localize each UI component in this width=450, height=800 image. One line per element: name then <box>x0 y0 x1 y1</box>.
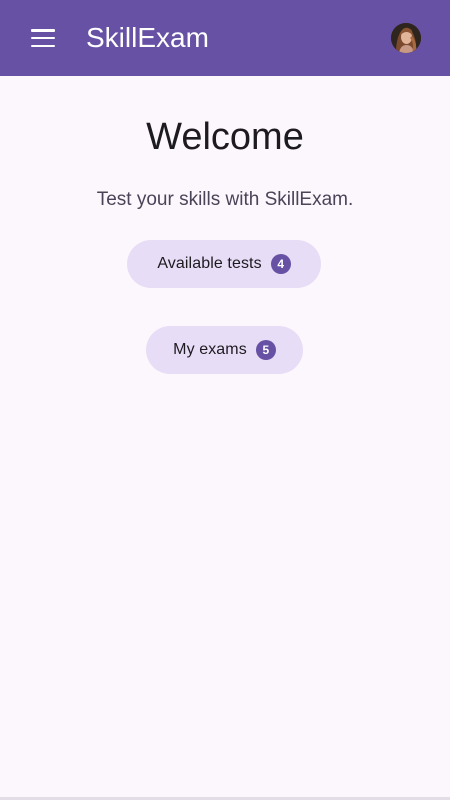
available-tests-count-badge: 4 <box>270 254 291 274</box>
main-content: Welcome Test your skills with SkillExam.… <box>0 76 450 800</box>
avatar-portrait-icon <box>391 23 421 53</box>
menu-icon[interactable] <box>30 26 56 50</box>
app-title: SkillExam <box>86 22 209 53</box>
available-tests-button[interactable]: Available tests 4 <box>127 240 321 288</box>
menu-icon-line <box>31 29 55 32</box>
my-exams-count-badge: 5 <box>255 340 276 360</box>
menu-icon-line <box>31 44 55 47</box>
menu-icon-line <box>31 36 55 40</box>
available-tests-label: Available tests <box>157 255 262 272</box>
my-exams-button[interactable]: My exams 5 <box>146 326 303 374</box>
my-exams-label: My exams <box>173 341 247 358</box>
app-bar: SkillExam <box>0 0 450 76</box>
page-title: Welcome <box>146 116 304 158</box>
page-subtitle: Test your skills with SkillExam. <box>96 189 354 210</box>
user-avatar[interactable] <box>391 23 421 53</box>
